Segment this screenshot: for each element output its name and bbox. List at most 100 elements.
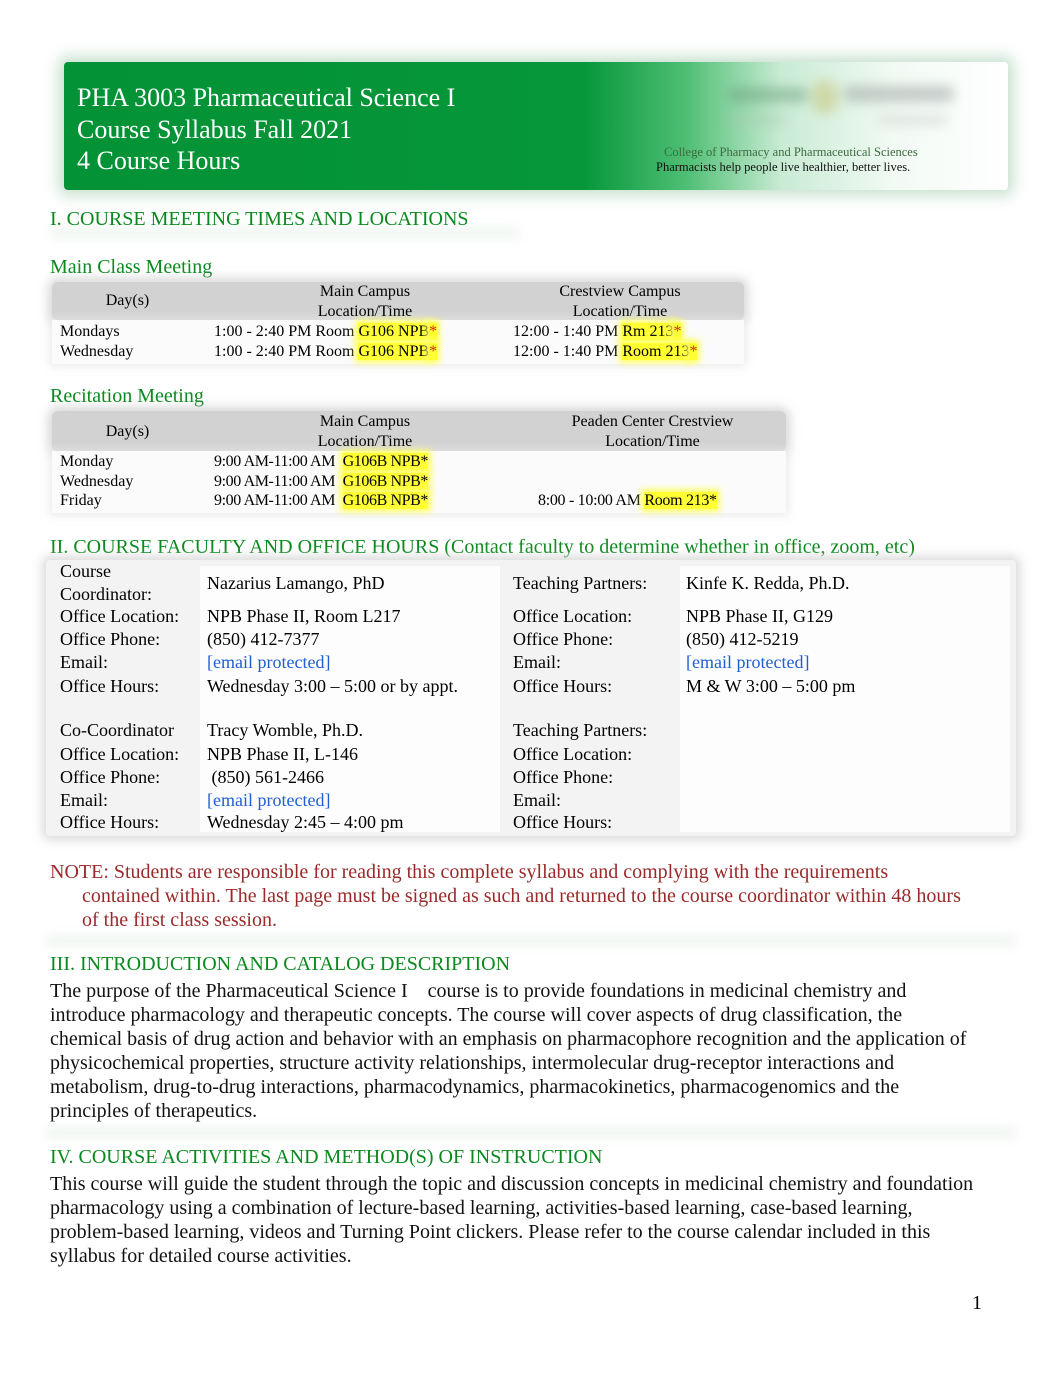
faculty-name: Tracy Womble, Ph.D. xyxy=(207,720,364,740)
faculty-name: Kinfe K. Redda, Ph.D. xyxy=(686,573,850,593)
table-row-peaden-center: 8:00 - 10:00 AM Room 213* xyxy=(538,491,717,511)
section-heading-activities: IV. COURSE ACTIVITIES AND METHOD(S) OF I… xyxy=(50,1146,603,1168)
role-line: Coordinator: xyxy=(60,584,152,604)
office-phone-value: (850) 412-7377 xyxy=(207,629,320,649)
course-title: PHA 3003 Pharmaceutical Science I Course… xyxy=(77,82,455,177)
introduction-paragraph: The purpose of the Pharmaceutical Scienc… xyxy=(50,979,1020,1123)
table-row-main-campus: 1:00 - 2:40 PM Room G106 NPB* xyxy=(214,322,438,342)
paragraph-line: principles of therapeutics. xyxy=(50,1100,258,1122)
email-label: Email: xyxy=(513,652,561,672)
time-text: 9:00 AM-11:00 AM xyxy=(214,492,339,509)
col-header-line: Location/Time xyxy=(317,303,413,320)
divider-shadow xyxy=(46,934,1016,948)
paragraph-line: problem-based learning, videos and Turni… xyxy=(50,1221,931,1243)
room-highlight: Room 213* xyxy=(644,492,717,509)
page-number: 1 xyxy=(972,1292,982,1314)
syllabus-note: NOTE: Students are responsible for readi… xyxy=(50,860,1010,932)
room-highlight: G106B NPB* xyxy=(342,492,428,509)
paragraph-line: The purpose of the Pharmaceutical Scienc… xyxy=(50,980,907,1002)
asterisk: * xyxy=(673,323,682,340)
faculty-role-label: Course Coordinator: xyxy=(60,560,152,606)
email-link[interactable]: [email protected] xyxy=(686,651,809,674)
room-highlight: Rm 213 xyxy=(622,323,674,340)
email-label: Email: xyxy=(60,652,108,672)
room-highlight: G106B NPB* xyxy=(342,473,428,490)
note-line: contained within. The last page must be … xyxy=(82,885,961,907)
office-location-value: NPB Phase II, G129 xyxy=(686,606,833,626)
office-hours-value: Wednesday 2:45 – 4:00 pm xyxy=(207,812,404,832)
paragraph-line: introduce pharmacology and therapeutic c… xyxy=(50,1004,903,1026)
office-phone-label: Office Phone: xyxy=(60,629,161,649)
college-name: College of Pharmacy and Pharmaceutical S… xyxy=(664,145,918,159)
paragraph-line: This course will guide the student throu… xyxy=(50,1173,974,1195)
divider-shadow xyxy=(46,1126,1016,1140)
asterisk: * xyxy=(429,343,438,360)
paragraph-line: pharmacology using a combination of lect… xyxy=(50,1197,913,1219)
col-header-line: Main Campus xyxy=(319,283,411,300)
time-text: 9:00 AM-11:00 AM xyxy=(214,473,339,490)
office-location-label: Office Location: xyxy=(513,744,633,764)
activities-paragraph: This course will guide the student throu… xyxy=(50,1172,1020,1268)
office-hours-value: Wednesday 3:00 – 5:00 or by appt. xyxy=(207,676,459,696)
faculty-role-label: Teaching Partners: xyxy=(513,720,648,740)
room-highlight: Room 213 xyxy=(622,343,690,360)
time-text: 12:00 - 1:40 PM xyxy=(513,323,623,340)
col-header-crestview-campus: Crestview Campus Location/Time xyxy=(500,282,740,322)
table-row-day: Friday xyxy=(60,492,102,509)
office-phone-label: Office Phone: xyxy=(60,767,161,787)
table-row-day: Wednesday xyxy=(60,473,134,490)
table-row-day: Mondays xyxy=(60,323,120,340)
table-row-crestview: 12:00 - 1:40 PM Room 213* xyxy=(513,342,698,362)
table-row-day: Wednesday xyxy=(60,343,134,360)
email-label: Email: xyxy=(60,790,108,810)
time-text: 1:00 - 2:40 PM Room xyxy=(214,323,359,340)
table-row-main-campus: 9:00 AM-11:00 AM G106B NPB* xyxy=(214,491,428,511)
note-line: of the first class session. xyxy=(82,909,277,931)
time-text: 12:00 - 1:40 PM xyxy=(513,343,623,360)
office-phone-label: Office Phone: xyxy=(513,629,614,649)
course-title-line: PHA 3003 Pharmaceutical Science I xyxy=(77,83,456,112)
note-line: NOTE: Students are responsible for readi… xyxy=(50,861,889,883)
email-link[interactable]: [email protected] xyxy=(207,651,330,674)
room-highlight: G106 NPB xyxy=(358,323,430,340)
office-location-value: NPB Phase II, L-146 xyxy=(207,744,358,764)
section-heading-faculty: II. COURSE FACULTY AND OFFICE HOURS (Con… xyxy=(50,536,915,558)
paragraph-line: syllabus for detailed course activities. xyxy=(50,1245,352,1267)
office-location-label: Office Location: xyxy=(513,606,633,626)
section-heading-introduction: III. INTRODUCTION AND CATALOG DESCRIPTIO… xyxy=(50,953,511,975)
time-text: 1:00 - 2:40 PM Room xyxy=(214,343,359,360)
col-header-line: Location/Time xyxy=(572,303,668,320)
section-heading-meeting-times: I. COURSE MEETING TIMES AND LOCATIONS xyxy=(50,208,469,230)
col-header-main-campus: Main Campus Location/Time xyxy=(230,412,500,452)
office-location-label: Office Location: xyxy=(60,744,180,764)
office-phone-value: (850) 412-5219 xyxy=(686,629,799,649)
col-header-line: Location/Time xyxy=(317,433,413,450)
office-hours-label: Office Hours: xyxy=(513,676,613,696)
office-hours-label: Office Hours: xyxy=(513,812,613,832)
col-header-peaden-center: Peaden Center Crestview Location/Time xyxy=(520,412,785,452)
asterisk: * xyxy=(429,323,438,340)
col-header-day: Day(s) xyxy=(105,423,150,440)
room-highlight: G106 NPB xyxy=(358,343,430,360)
paragraph-line: metabolism, drug-to-drug interactions, p… xyxy=(50,1076,900,1098)
table-row-main-campus: 9:00 AM-11:00 AM G106B NPB* xyxy=(214,472,428,492)
col-header-line: Main Campus xyxy=(319,413,411,430)
email-link[interactable]: [email protected] xyxy=(207,789,330,812)
course-title-line: Course Syllabus Fall 2021 xyxy=(77,114,353,144)
col-header-day: Day(s) xyxy=(105,292,150,309)
table-row-crestview: 12:00 - 1:40 PM Rm 213* xyxy=(513,322,682,342)
col-header-main-campus: Main Campus Location/Time xyxy=(230,282,500,322)
table-row-day: Monday xyxy=(60,453,114,470)
table-row-main-campus: 9:00 AM-11:00 AM G106B NPB* xyxy=(214,452,428,472)
time-text: 8:00 - 10:00 AM xyxy=(538,492,645,509)
office-location-label: Office Location: xyxy=(60,606,180,626)
main-class-meeting-title: Main Class Meeting xyxy=(50,256,213,278)
time-text: 9:00 AM-11:00 AM xyxy=(214,453,339,470)
office-phone-value: (850) 561-2466 xyxy=(207,767,324,787)
table-row-main-campus: 1:00 - 2:40 PM Room G106 NPB* xyxy=(214,342,438,362)
faculty-role-label: Teaching Partners: xyxy=(513,573,648,593)
asterisk: * xyxy=(689,343,698,360)
paragraph-line: physicochemical properties, structure ac… xyxy=(50,1052,895,1074)
col-header-line: Crestview Campus xyxy=(559,283,681,300)
faculty-role-label: Co-Coordinator xyxy=(60,720,174,740)
